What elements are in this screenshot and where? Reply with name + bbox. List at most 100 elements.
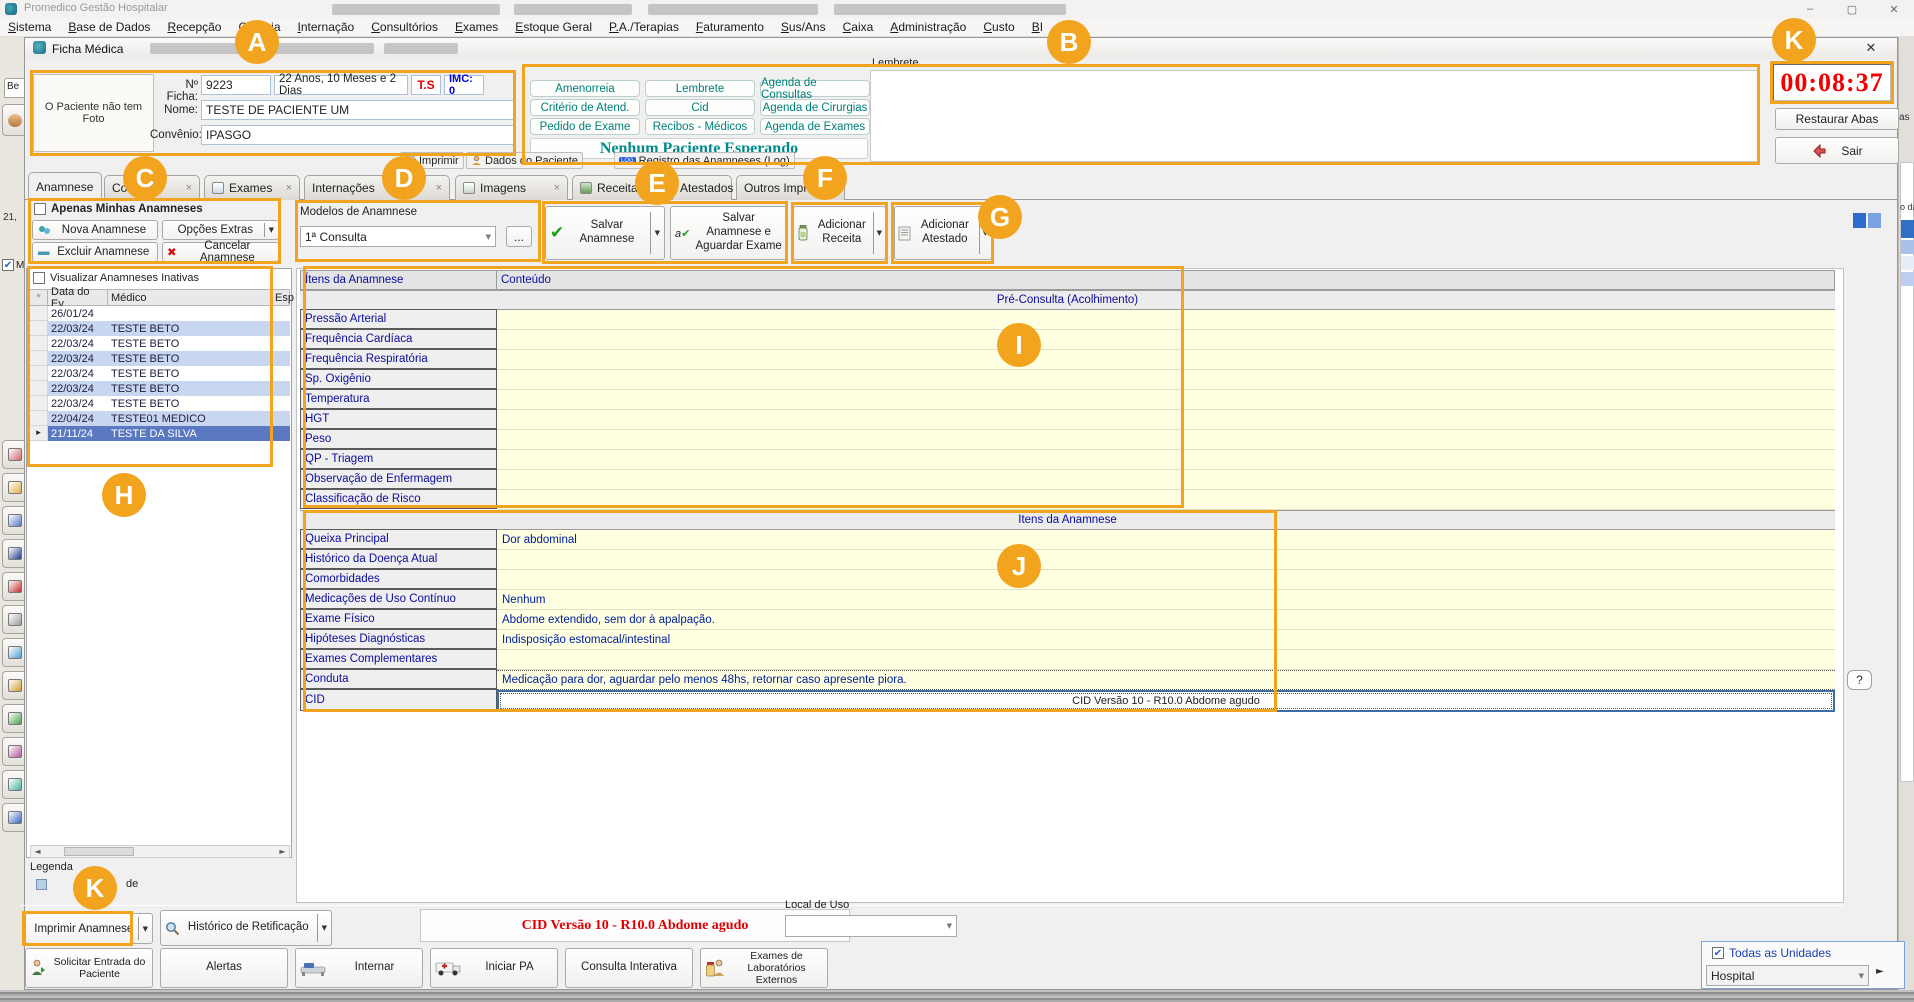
list-row-date[interactable]: 22/03/24 [48,366,108,381]
list-row-date[interactable]: 22/03/24 [48,396,108,411]
list-row-doctor[interactable]: TESTE BETO [108,396,290,411]
adicionar-atestado-button[interactable]: Adicionar Atestado ▼ [894,206,992,260]
restaurar-abas-button[interactable]: Restaurar Abas [1775,108,1899,130]
modelo-anamnese-select[interactable]: 1ª Consulta ▼ [300,226,496,247]
footer-button-alertas[interactable]: Alertas [160,948,288,988]
list-horizontal-scrollbar[interactable]: ◄ ► [30,845,290,858]
maximize-button[interactable]: ▢ [1832,0,1872,18]
anamnese-item-value[interactable] [497,370,1835,390]
apenas-minhas-checkbox[interactable]: Apenas Minhas Anamneses [34,203,203,215]
local-de-uso-select[interactable]: ▼ [785,915,957,937]
quick-button-agenda-de-exames[interactable]: Agenda de Exames [760,118,870,135]
anamnese-item-value[interactable] [497,570,1835,590]
salvar-aguardar-exame-button[interactable]: a✔ Salvar Anamnese e Aguardar Exame [670,206,788,260]
side-icon-tab-4[interactable] [2,539,26,568]
side-icon-tab-12[interactable] [2,803,26,832]
menu-item-sus-ans[interactable]: Sus/Ans [781,20,826,34]
cancelar-anamnese-button[interactable]: ✖ Cancelar Anamnese [162,242,279,262]
list-row-doctor[interactable]: TESTE BETO [108,321,290,336]
side-icon-tab-9[interactable] [2,704,26,733]
list-row-doctor[interactable]: TESTE BETO [108,336,290,351]
list-row-date[interactable]: 22/03/24 [48,321,108,336]
list-row-indicator[interactable] [30,321,48,336]
cid-value-cell[interactable]: CID Versão 10 - R10.0 Abdome agudo [497,690,1835,712]
list-row-doctor[interactable] [108,306,290,321]
menu-item-consultorios[interactable]: Consultórios [371,20,438,34]
close-button[interactable]: ✕ [1874,0,1914,18]
tab-close-icon[interactable]: × [554,182,560,194]
quick-button-lembrete[interactable]: Lembrete [645,80,755,97]
list-row-doctor[interactable]: TESTE01 MEDICO [108,411,290,426]
quick-button-pedido-de-exame[interactable]: Pedido de Exame [530,118,640,135]
list-row-indicator[interactable] [30,351,48,366]
list-column-header-data-do-ev[interactable]: Data do Ev [48,289,108,306]
tab-close-icon[interactable]: × [186,182,192,194]
list-row-date[interactable]: 22/03/24 [48,336,108,351]
help-button[interactable]: ? [1847,670,1872,690]
opcoes-extras-button[interactable]: Opções Extras ▼ [162,220,279,240]
anamnese-item-value[interactable] [497,390,1835,410]
footer-button-solicitar-entrada-do-paciente[interactable]: Solicitar Entrada do Paciente [25,948,153,988]
anamnese-item-value[interactable] [497,550,1835,570]
anamnese-item-value[interactable]: Nenhum [497,590,1835,610]
footer-button-exames-de-laboratorios-externos[interactable]: Exames de Laboratórios Externos [700,948,828,988]
list-row-doctor[interactable]: TESTE BETO [108,381,290,396]
list-row-doctor[interactable]: TESTE DA SILVA [108,426,290,441]
side-icon-tab-1[interactable] [2,440,26,469]
anamnese-item-value[interactable] [497,330,1835,350]
list-row-date[interactable]: 21/11/24 [48,426,108,441]
blood-type-box[interactable]: T.S [411,75,441,95]
dados-paciente-toolbar-button[interactable]: Dados do Paciente [466,152,583,169]
quick-button-cid[interactable]: Cid [645,99,755,116]
convenio-field[interactable]: IPASGO [201,125,514,145]
anamnese-item-value[interactable]: Abdome extendido, sem dor à apalpação. [497,610,1835,630]
list-row-indicator[interactable]: ▸ [30,426,48,441]
list-row-indicator[interactable] [30,411,48,426]
background-tab-icon[interactable] [2,104,26,136]
list-row-doctor[interactable]: TESTE BETO [108,366,290,381]
anamnese-item-value[interactable] [497,430,1835,450]
list-column-header-[interactable]: * [30,289,48,306]
anamnese-item-value[interactable] [497,470,1835,490]
side-icon-tab-8[interactable] [2,671,26,700]
anamnese-item-value[interactable] [497,650,1835,670]
side-icon-tab-2[interactable] [2,473,26,502]
tab-co[interactable]: Co× [104,175,200,200]
menu-item-administracao[interactable]: Administração [890,20,966,34]
menu-item-recepcao[interactable]: Recepção [167,20,221,34]
ficha-number-field[interactable]: 9223 [201,75,271,95]
tab-close-icon[interactable]: × [436,182,442,194]
patient-name-field[interactable]: TESTE DE PACIENTE UM [201,100,514,120]
anamnese-item-value[interactable] [497,410,1835,430]
anamnese-item-value[interactable] [497,450,1835,470]
historico-retificacao-button[interactable]: Histórico de Retificação ▼ [160,910,332,946]
side-icon-tab-5[interactable] [2,572,26,601]
list-row-date[interactable]: 22/03/24 [48,351,108,366]
menu-item-caixa[interactable]: Caixa [843,20,874,34]
nova-anamnese-button[interactable]: Nova Anamnese [32,220,158,240]
modelo-more-button[interactable]: ... [506,226,532,247]
menu-item-sistema[interactable]: Sistema [8,20,51,34]
tab-close-icon[interactable]: × [831,182,837,194]
scroll-right-icon[interactable]: ► [276,847,289,856]
menu-item-p-a-terapias[interactable]: P.A./Terapias [609,20,679,34]
quick-button-recibos-medicos[interactable]: Recibos - Médicos [645,118,755,135]
adicionar-receita-button[interactable]: Adicionar Receita ▼ [793,206,886,260]
list-row-indicator[interactable] [30,396,48,411]
menu-item-faturamento[interactable]: Faturamento [696,20,764,34]
tab-internacoes[interactable]: Internaçõesos× [304,175,450,200]
footer-button-iniciar-pa[interactable]: Iniciar PA [430,948,558,988]
anamnese-item-value[interactable] [497,490,1835,510]
anamnese-item-value[interactable]: Medicação para dor, aguardar pelo menos … [497,670,1835,690]
list-column-header-esp[interactable]: Esp [272,289,290,306]
dialog-minimize-button[interactable]: – [1770,40,1794,56]
sair-button[interactable]: Sair [1775,137,1899,164]
imprimir-toolbar-button[interactable]: Imprimir [400,152,464,169]
side-icon-tab-10[interactable] [2,737,26,766]
registro-anamneses-toolbar-button[interactable]: LOG Registro das Anamneses (Log) [614,152,795,169]
tab-close-icon[interactable]: × [286,182,292,194]
list-row-indicator[interactable] [30,381,48,396]
tab-imagens[interactable]: Imagens× [455,175,568,200]
salvar-anamnese-button[interactable]: ✔ Salvar Anamnese ▼ [545,206,665,260]
tab-receitas[interactable]: Receitas [572,175,668,200]
